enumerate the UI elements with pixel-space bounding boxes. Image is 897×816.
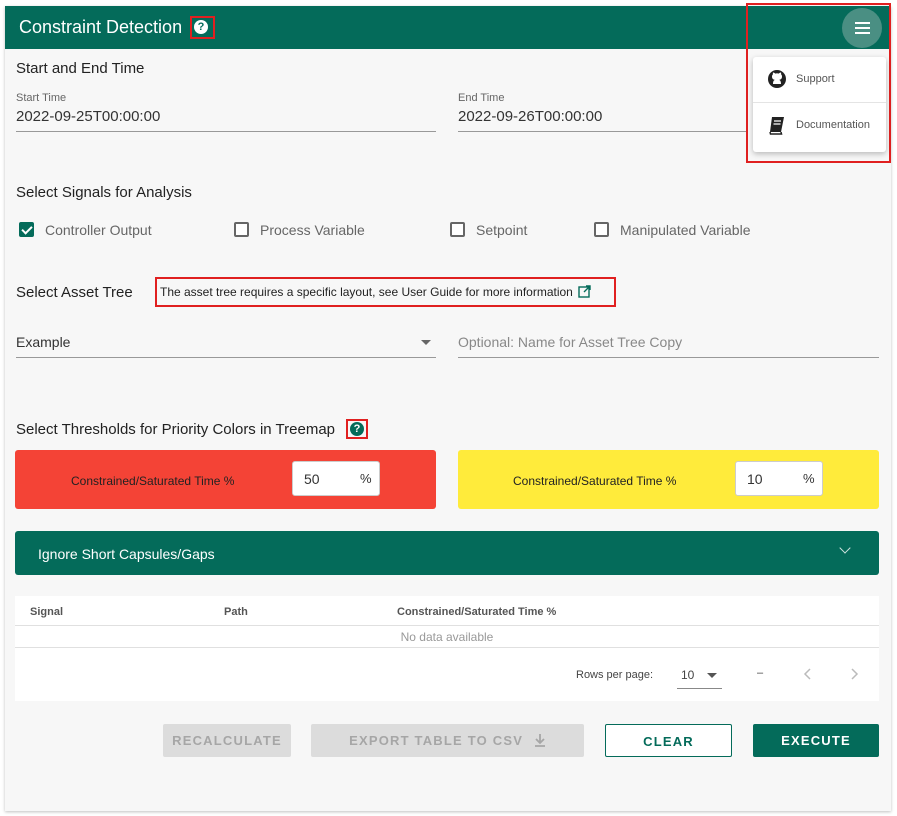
start-time-underline xyxy=(16,131,436,132)
ignore-short-capsules-panel[interactable]: Ignore Short Capsules/Gaps xyxy=(15,531,879,575)
page-range-text: – xyxy=(757,667,764,679)
signals-section-title: Select Signals for Analysis xyxy=(16,184,192,201)
asset-tree-copy-input[interactable]: Optional: Name for Asset Tree Copy xyxy=(458,334,682,350)
end-time-underline xyxy=(458,131,748,132)
yellow-threshold-label: Constrained/Saturated Time % xyxy=(513,474,677,488)
documentation-label: Documentation xyxy=(796,119,870,131)
recalculate-button[interactable]: RECALCULATE xyxy=(163,724,291,757)
process-variable-checkbox[interactable] xyxy=(234,222,249,237)
thresholds-help-icon[interactable]: ? xyxy=(350,422,364,436)
setpoint-label: Setpoint xyxy=(476,222,528,238)
controller-output-label: Controller Output xyxy=(45,222,152,238)
footer-divider xyxy=(15,647,879,648)
red-threshold-panel: Constrained/Saturated Time % 50 % xyxy=(15,450,436,509)
chevron-right-icon[interactable] xyxy=(849,668,859,680)
setpoint-checkbox[interactable] xyxy=(450,222,465,237)
end-time-input[interactable]: 2022-09-26T00:00:00 xyxy=(458,108,602,125)
help-icon[interactable]: ? xyxy=(194,20,208,34)
yellow-threshold-panel: Constrained/Saturated Time % 10 % xyxy=(458,450,879,509)
chevron-down-icon[interactable] xyxy=(839,542,851,554)
book-icon xyxy=(769,117,784,135)
rows-per-page-label: Rows per page: xyxy=(576,669,654,681)
column-header-constrained-time[interactable]: Constrained/Saturated Time % xyxy=(397,606,556,618)
thresholds-section-title: Select Thresholds for Priority Colors in… xyxy=(16,421,336,438)
yellow-threshold-input[interactable]: 10 % xyxy=(735,461,823,496)
time-section-title: Start and End Time xyxy=(16,60,145,77)
yellow-threshold-value: 10 xyxy=(747,471,763,487)
red-threshold-input[interactable]: 50 % xyxy=(292,461,380,496)
asset-tree-select[interactable]: Example xyxy=(16,334,70,350)
main-card: Constraint Detection ? Start and End Tim… xyxy=(5,3,891,811)
asset-tree-copy-underline xyxy=(458,357,879,358)
controller-output-checkbox[interactable] xyxy=(19,222,34,237)
ignore-short-capsules-label: Ignore Short Capsules/Gaps xyxy=(38,546,215,562)
rows-per-page-underline xyxy=(677,688,722,689)
column-header-signal[interactable]: Signal xyxy=(30,606,63,618)
red-threshold-value: 50 xyxy=(304,471,320,487)
end-time-label: End Time xyxy=(458,92,505,104)
results-table: Signal Path Constrained/Saturated Time %… xyxy=(15,596,879,701)
asset-tree-section-title: Select Asset Tree xyxy=(16,284,133,301)
support-label: Support xyxy=(796,73,835,85)
app-title: Constraint Detection xyxy=(19,17,183,37)
header-divider xyxy=(15,625,879,626)
chevron-down-icon[interactable] xyxy=(421,340,431,345)
menu-item-support[interactable]: Support xyxy=(753,57,886,102)
asset-tree-underline xyxy=(16,357,436,358)
start-time-input[interactable]: 2022-09-25T00:00:00 xyxy=(16,108,160,125)
asset-tree-note-text: The asset tree requires a specific layou… xyxy=(160,285,573,299)
export-csv-label: EXPORT TABLE TO CSV xyxy=(349,733,524,748)
yellow-threshold-unit: % xyxy=(803,471,815,486)
clear-button[interactable]: CLEAR xyxy=(605,724,732,757)
manipulated-variable-checkbox[interactable] xyxy=(594,222,609,237)
chevron-down-icon[interactable] xyxy=(707,673,717,678)
help-menu: Support Documentation xyxy=(753,57,886,152)
github-icon xyxy=(768,70,786,88)
process-variable-label: Process Variable xyxy=(260,222,365,238)
export-csv-button[interactable]: EXPORT TABLE TO CSV xyxy=(311,724,584,757)
asset-tree-note[interactable]: The asset tree requires a specific layou… xyxy=(160,285,591,299)
rows-per-page-select[interactable]: 10 xyxy=(681,668,694,682)
external-link-icon[interactable] xyxy=(578,285,591,298)
download-icon xyxy=(534,734,545,747)
column-header-path[interactable]: Path xyxy=(224,606,248,618)
menu-item-documentation[interactable]: Documentation xyxy=(753,103,886,148)
chevron-left-icon[interactable] xyxy=(803,668,813,680)
execute-button[interactable]: EXECUTE xyxy=(753,724,879,757)
red-threshold-label: Constrained/Saturated Time % xyxy=(71,474,235,488)
manipulated-variable-label: Manipulated Variable xyxy=(620,222,751,238)
empty-table-message: No data available xyxy=(400,630,494,644)
red-threshold-unit: % xyxy=(360,471,372,486)
start-time-label: Start Time xyxy=(16,92,67,104)
